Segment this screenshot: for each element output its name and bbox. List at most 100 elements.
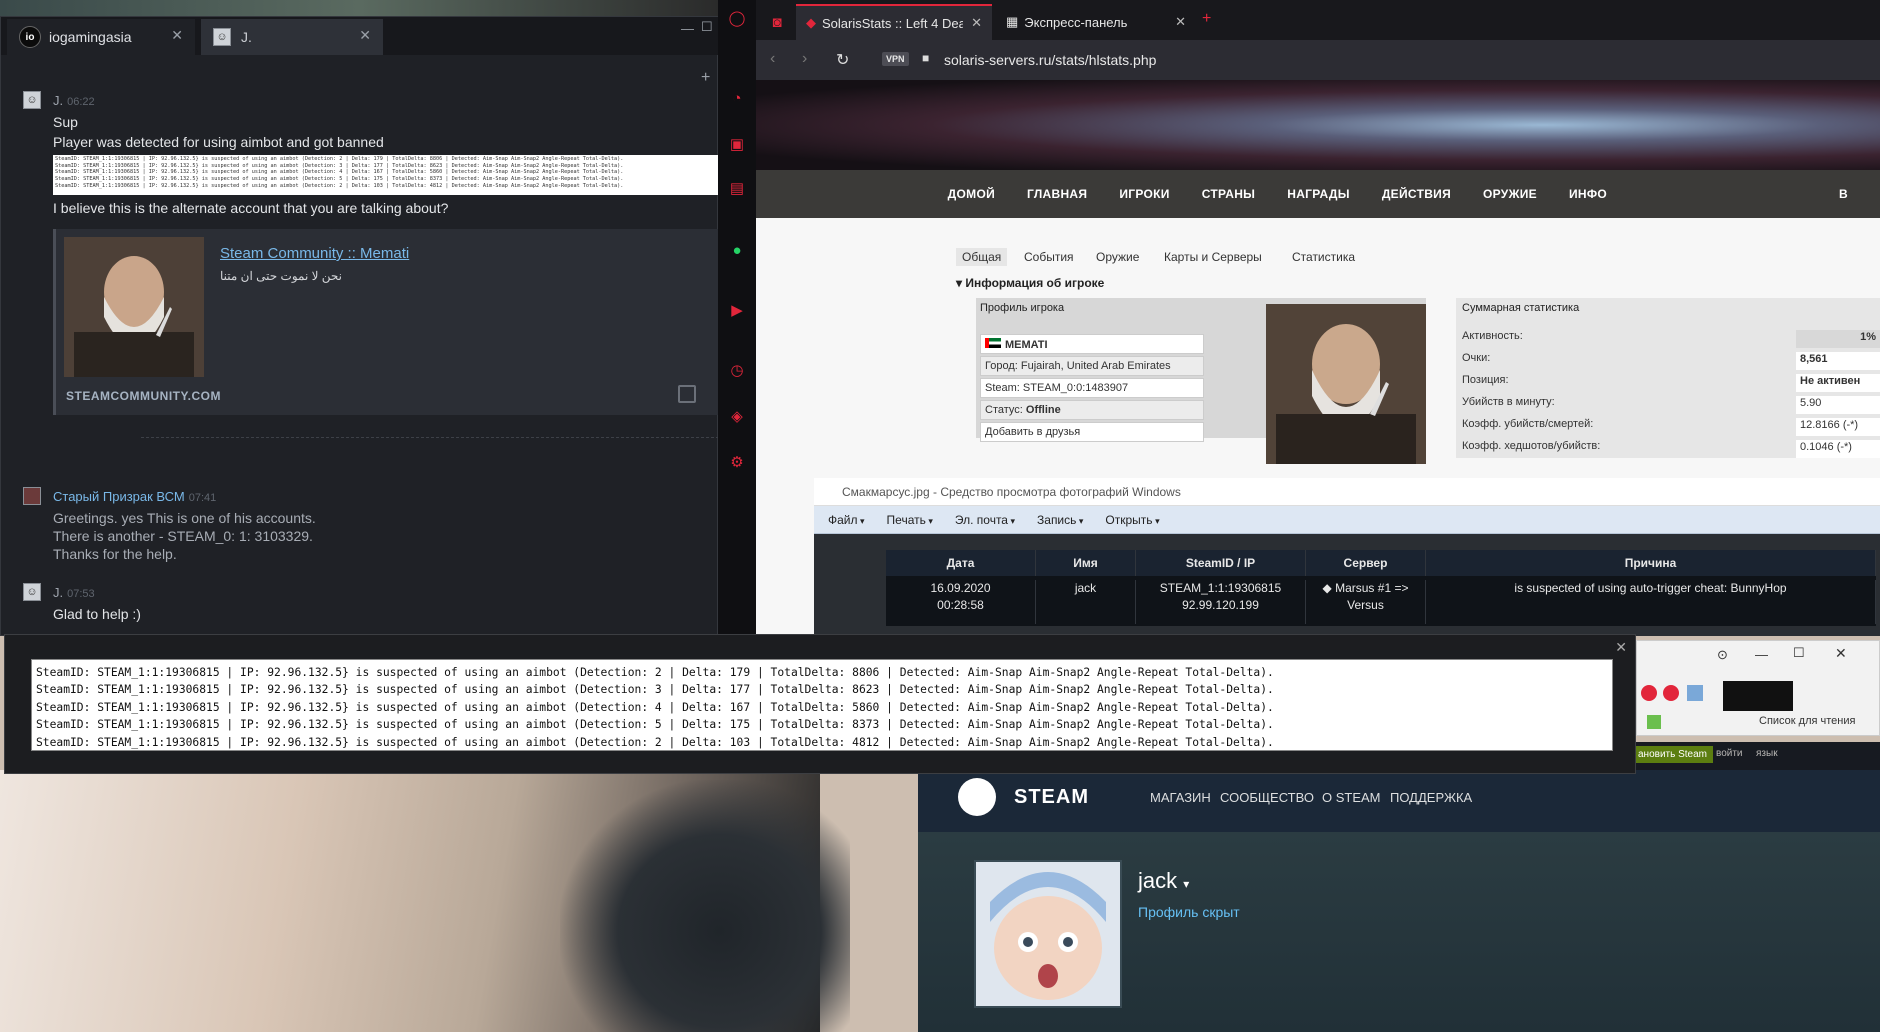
log-line: SteamID: STEAM_1:1:19306815 | IP: 92.96.… [36,700,1274,714]
forward-icon[interactable]: › [802,50,807,68]
stat-row: Убийств в минуту: 5.90 [1456,392,1880,414]
nav-support[interactable]: ПОДДЕРЖКА [1390,790,1472,805]
steam-logo-icon[interactable] [958,778,996,816]
message-author[interactable]: J. 07:53 [53,585,95,600]
menu-file[interactable]: Файл [828,513,865,527]
nav-community[interactable]: СООБЩЕСТВО [1220,790,1314,805]
embed-title-link[interactable]: Steam Community :: Memati [220,245,409,262]
bag-icon[interactable]: ▣ [728,136,746,154]
close-icon[interactable]: ✕ [1615,639,1627,656]
message-author[interactable]: J. 06:22 [53,93,95,108]
subtab-weapons[interactable]: Оружие [1090,248,1145,266]
twitch-icon[interactable]: ▤ [728,180,746,198]
embed-footer[interactable]: STEAMCOMMUNITY.COM [66,389,221,403]
section-title[interactable]: ▾ Информация об игроке [956,276,1104,290]
subtab-events[interactable]: События [1018,248,1080,266]
subtab-general[interactable]: Общая [956,248,1008,266]
jack-avatar[interactable] [974,860,1122,1008]
player-icon[interactable]: ▶ [728,302,746,320]
reading-list[interactable]: Список для чтения [1759,715,1855,727]
history-icon[interactable]: ◷ [728,362,746,380]
message-text: Player was detected for using aimbot and… [53,134,384,150]
settings-icon[interactable]: ⚙ [728,454,746,472]
stat-label: Очки: [1462,352,1491,364]
whatsapp-icon[interactable]: ● [728,242,746,260]
nav-players[interactable]: ИГРОКИ [1119,187,1169,201]
extension-icon[interactable] [1687,685,1703,701]
reload-icon[interactable]: ↻ [836,50,849,70]
tab-solarisstats[interactable]: ◆ SolarisStats :: Left 4 Dead 2 ✕ [796,4,992,40]
install-steam-button[interactable]: ановить Steam [1632,746,1714,763]
add-friend-link[interactable]: Добавить в друзья [980,422,1204,442]
nav-actions[interactable]: ДЕЙСТВИЯ [1382,187,1451,201]
nav-store[interactable]: МАГАЗИН [1150,790,1211,805]
maximize-icon[interactable]: ☐ [1793,645,1805,661]
copy-icon[interactable] [678,385,696,403]
cell-date: 16.09.2020 00:28:58 [886,580,1036,624]
speedometer-icon[interactable]: ◔ [728,90,746,108]
stat-label: Коэфф. хедшотов/убийств: [1462,440,1601,452]
close-icon[interactable]: ✕ [359,27,371,44]
chat-tab-iogamingasia[interactable]: io iogamingasia ✕ [7,19,195,55]
add-icon[interactable]: + [701,69,710,87]
menu-icon[interactable]: ⊙ [1717,647,1728,663]
aimbot-log: SteamID: STEAM_1:1:19306815 | IP: 92.96.… [31,659,1613,751]
nav-main[interactable]: ГЛАВНАЯ [1027,187,1087,201]
lock-icon[interactable]: ■ [922,51,929,65]
log-line: SteamID: STEAM_1:1:19306815 | IP: 92.96.… [55,182,624,189]
extension-icon[interactable] [1647,715,1661,729]
vpn-badge[interactable]: VPN [882,52,909,66]
extension-icon[interactable] [1641,685,1657,701]
maximize-icon[interactable]: ☐ [701,19,713,35]
stat-row: Позиция: Не активен [1456,370,1880,392]
menu-print[interactable]: Печать [887,513,933,527]
steam-browser-window: ⊙ — ☐ ✕ Список для чтения [1636,640,1880,736]
minimize-icon[interactable]: — [681,21,694,36]
menu-burn[interactable]: Запись [1037,513,1083,527]
nav-info[interactable]: ИНФО [1569,187,1607,201]
gamepad-icon[interactable]: ◙ [768,14,786,32]
subtab-maps[interactable]: Карты и Серверы [1158,248,1268,266]
avatar[interactable] [23,487,41,505]
close-icon[interactable]: ✕ [1175,14,1186,30]
nav-weapons[interactable]: ОРУЖИЕ [1483,187,1537,201]
col-date: Дата [886,550,1036,576]
site-banner [756,80,1880,170]
menu-email[interactable]: Эл. почта [955,513,1015,527]
nav-more[interactable]: В [1839,187,1848,201]
tab-express-panel[interactable]: ▦ Экспресс-панель ✕ [996,4,1196,40]
cell-steamid: STEAM_1:1:19306815 92.99.120.199 [1136,580,1306,624]
viewer-menu: Файл Печать Эл. почта Запись Открыть [814,506,1880,534]
login-link[interactable]: войти [1716,748,1743,759]
subtab-stats[interactable]: Статистика [1286,248,1361,266]
minimize-icon[interactable]: — [1755,647,1768,662]
menu-open[interactable]: Открыть [1105,513,1159,527]
nav-about[interactable]: О STEAM [1322,790,1381,805]
avatar[interactable]: ☺ [23,583,41,601]
log-line: SteamID: STEAM_1:1:19306815 | IP: 92.96.… [55,169,624,176]
language-link[interactable]: язык [1756,748,1778,759]
ip-value: 92.99.120.199 [1182,598,1259,612]
chat-tab-j[interactable]: ☺ J. ✕ [201,19,383,55]
chevron-down-icon[interactable]: ▾ [1183,877,1189,891]
close-icon[interactable]: ✕ [171,27,183,44]
embed-image[interactable] [64,237,204,377]
close-icon[interactable]: ✕ [1835,645,1847,662]
new-tab-button[interactable]: + [1202,10,1211,28]
extension-icon[interactable] [1663,685,1679,701]
profile-name[interactable]: jack ▾ [1138,868,1189,894]
nav-countries[interactable]: СТРАНЫ [1202,187,1256,201]
stat-value: 1% [1796,330,1880,348]
nav-awards[interactable]: НАГРАДЫ [1287,187,1350,201]
box-icon[interactable]: ◈ [728,408,746,426]
log-thumbnail[interactable]: SteamID: STEAM_1:1:19306815 | IP: 92.96.… [53,155,719,195]
opera-logo-icon[interactable]: ◯ [728,10,746,28]
site-nav: ДОМОЙ ГЛАВНАЯ ИГРОКИ СТРАНЫ НАГРАДЫ ДЕЙС… [756,170,1880,218]
message-author[interactable]: Старый Призрак ВСМ 07:41 [53,489,216,504]
avatar[interactable]: ☺ [23,91,41,109]
close-icon[interactable]: ✕ [971,15,982,31]
steam-brand[interactable]: STEAM [1014,786,1089,809]
url-field[interactable]: solaris-servers.ru/stats/hlstats.php [944,52,1156,68]
nav-home[interactable]: ДОМОЙ [948,187,995,201]
back-icon[interactable]: ‹ [770,50,775,68]
